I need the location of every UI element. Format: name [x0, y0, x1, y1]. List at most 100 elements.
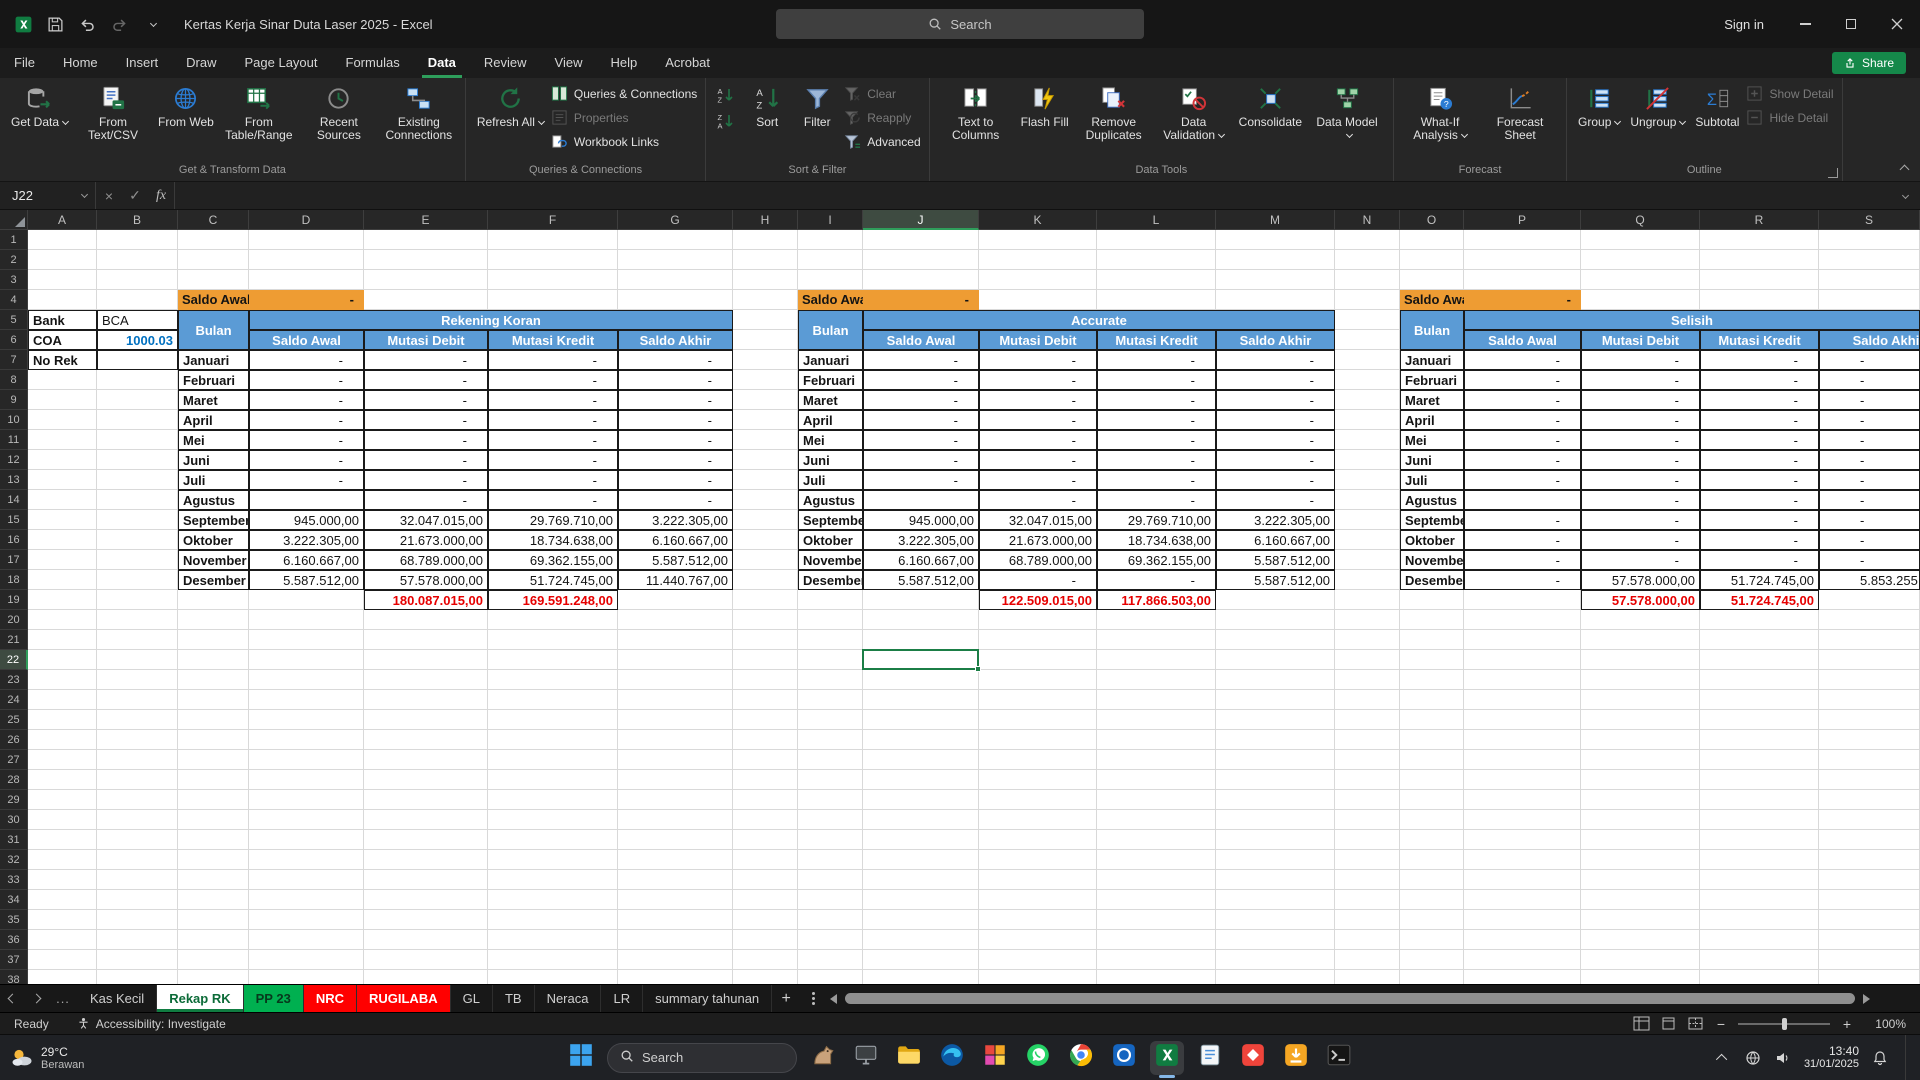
table-rekening-koran-cell[interactable]: - [618, 370, 733, 390]
table-rekening-koran-cell[interactable]: - [488, 410, 618, 430]
undo-button[interactable] [76, 13, 98, 35]
table-accurate-cell[interactable]: 3.222.305,00 [1216, 510, 1335, 530]
ribbon-tab-view[interactable]: View [541, 48, 597, 78]
table-accurate-cell[interactable]: - [1097, 490, 1216, 510]
ribbon-button-forecast-sheet[interactable]: Forecast Sheet [1480, 82, 1560, 142]
table-selisih-subheader-mutasi-debit[interactable]: Mutasi Debit [1581, 330, 1700, 350]
table-selisih-month-mei[interactable]: Mei [1400, 430, 1464, 450]
table-selisih-cell[interactable]: - [1581, 550, 1700, 570]
sheet-tab-tb[interactable]: TB [493, 985, 535, 1012]
table-selisih-cell[interactable]: - [1819, 350, 1920, 370]
table-selisih-month-agustus[interactable]: Agustus [1400, 490, 1464, 510]
table-selisih-cell[interactable]: - [1581, 490, 1700, 510]
table-accurate-cell[interactable]: - [979, 390, 1097, 410]
table-accurate-cell[interactable]: - [863, 450, 979, 470]
table-selisih-cell[interactable]: - [1581, 530, 1700, 550]
ribbon-button-sort-az[interactable]: AZ [716, 86, 738, 106]
row-header-26[interactable]: 26 [0, 730, 28, 750]
table-accurate-cell[interactable]: - [1216, 370, 1335, 390]
table-selisih-cell[interactable]: - [1700, 430, 1819, 450]
row-header-35[interactable]: 35 [0, 910, 28, 930]
horizontal-scrollbar[interactable] [826, 985, 1874, 1012]
ribbon-button-what-if-analysis[interactable]: ?What-If Analysis [1400, 82, 1480, 142]
table-rekening-koran-month-agustus[interactable]: Agustus [178, 490, 249, 510]
formula-bar-expand-icon[interactable] [1902, 192, 1909, 199]
sheet-tab-pp-23[interactable]: PP 23 [244, 985, 304, 1012]
table-selisih-cell[interactable]: - [1819, 410, 1920, 430]
show-desktop-button[interactable] [1905, 1035, 1910, 1080]
table-accurate-cell[interactable]: - [1097, 470, 1216, 490]
table-rekening-koran-cell[interactable]: - [249, 390, 364, 410]
column-header-Q[interactable]: Q [1581, 210, 1700, 230]
table-accurate-cell[interactable]: 945.000,00 [863, 510, 979, 530]
row-header-21[interactable]: 21 [0, 630, 28, 650]
row-header-1[interactable]: 1 [0, 230, 28, 250]
column-header-J[interactable]: J [863, 210, 979, 230]
table-selisih-month-juni[interactable]: Juni [1400, 450, 1464, 470]
table-selisih-cell[interactable]: - [1819, 430, 1920, 450]
redo-button[interactable] [108, 13, 130, 35]
table-selisih-cell[interactable]: - [1581, 450, 1700, 470]
sheet-tab-nrc[interactable]: NRC [304, 985, 357, 1012]
table-accurate-cell[interactable]: - [1216, 450, 1335, 470]
table-rekening-koran-month-september[interactable]: September [178, 510, 249, 530]
table-selisih-cell[interactable]: 5.853.255,00 [1819, 570, 1920, 590]
saldo-awal-value[interactable]: - [249, 290, 364, 310]
table-selisih-cell[interactable]: - [1819, 530, 1920, 550]
table-selisih-cell[interactable]: - [1700, 510, 1819, 530]
table-accurate-month-maret[interactable]: Maret [798, 390, 863, 410]
table-rekening-koran-cell[interactable]: - [488, 490, 618, 510]
new-sheet-button[interactable]: + [772, 985, 800, 1012]
table-rekening-koran-title[interactable]: Rekening Koran [249, 310, 733, 330]
row-header-4[interactable]: 4 [0, 290, 28, 310]
table-accurate-cell[interactable]: 6.160.667,00 [863, 550, 979, 570]
table-rekening-koran-month-januari[interactable]: Januari [178, 350, 249, 370]
table-rekening-koran-cell[interactable]: 6.160.667,00 [618, 530, 733, 550]
row-header-20[interactable]: 20 [0, 610, 28, 630]
row-header-13[interactable]: 13 [0, 470, 28, 490]
column-header-O[interactable]: O [1400, 210, 1464, 230]
table-accurate-cell[interactable]: - [863, 430, 979, 450]
saldo-awal-value[interactable]: - [1464, 290, 1581, 310]
table-rekening-koran-subheader-mutasi-debit[interactable]: Mutasi Debit [364, 330, 488, 350]
table-rekening-koran-cell[interactable]: 945.000,00 [249, 510, 364, 530]
table-rekening-koran-cell[interactable]: - [249, 450, 364, 470]
sheet-grid[interactable]: ABCDEFGHIJKLMNOPQRS123456789101112131415… [0, 210, 1920, 984]
table-rekening-koran-cell[interactable]: - [364, 430, 488, 450]
table-accurate-cell[interactable]: - [1097, 390, 1216, 410]
ribbon-tab-insert[interactable]: Insert [112, 48, 173, 78]
table-rekening-koran-cell[interactable]: 21.673.000,00 [364, 530, 488, 550]
table-rekening-koran-cell[interactable]: - [364, 410, 488, 430]
table-selisih-cell[interactable]: - [1700, 410, 1819, 430]
row-header-16[interactable]: 16 [0, 530, 28, 550]
table-accurate-cell[interactable]: 5.587.512,00 [1216, 550, 1335, 570]
table-selisih-cell[interactable]: - [1819, 370, 1920, 390]
start-button[interactable] [564, 1041, 598, 1075]
table-selisih-cell[interactable]: - [1464, 570, 1581, 590]
row-header-32[interactable]: 32 [0, 850, 28, 870]
table-selisih-month-november[interactable]: November [1400, 550, 1464, 570]
sign-in-button[interactable]: Sign in [1706, 17, 1782, 32]
table-selisih-total[interactable]: 57.578.000,00 [1581, 590, 1700, 610]
table-selisih-subheader-saldo-akhir[interactable]: Saldo Akhir [1819, 330, 1920, 350]
table-selisih-cell[interactable]: - [1581, 370, 1700, 390]
table-accurate-cell[interactable]: - [863, 410, 979, 430]
ribbon-button-clear[interactable]: Clear [844, 85, 920, 102]
table-accurate-cell[interactable]: - [863, 350, 979, 370]
table-selisih-cell[interactable]: - [1819, 470, 1920, 490]
table-accurate-cell[interactable]: - [1097, 570, 1216, 590]
table-rekening-koran-cell[interactable]: - [618, 490, 733, 510]
table-selisih-cell[interactable]: - [1819, 450, 1920, 470]
ribbon-button-data-validation[interactable]: Data Validation [1154, 82, 1234, 142]
table-selisih-cell[interactable]: - [1581, 350, 1700, 370]
table-rekening-koran-cell[interactable]: - [364, 450, 488, 470]
taskbar-weather-widget[interactable]: 29°C Berawan [0, 1045, 84, 1071]
table-rekening-koran-cell[interactable]: - [364, 490, 488, 510]
ribbon-button-from-table-range[interactable]: From Table/Range [219, 82, 299, 142]
table-selisih-cell[interactable]: - [1464, 370, 1581, 390]
ribbon-tab-home[interactable]: Home [49, 48, 112, 78]
table-accurate-cell[interactable]: - [1216, 410, 1335, 430]
table-accurate-month-januari[interactable]: Januari [798, 350, 863, 370]
dialog-launcher-icon[interactable] [1828, 168, 1838, 178]
column-header-C[interactable]: C [178, 210, 249, 230]
